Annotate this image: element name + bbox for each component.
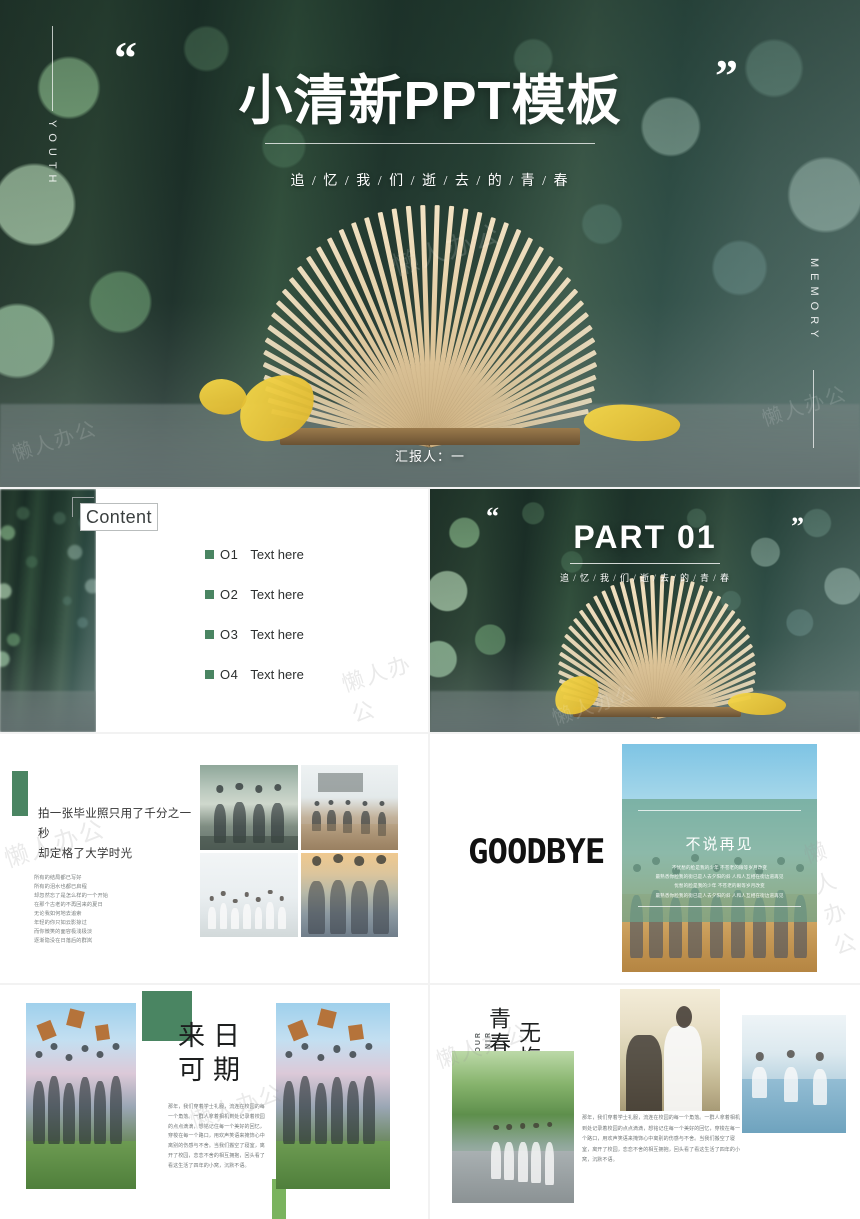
- square-bullet-icon: [205, 590, 214, 599]
- toc-label: Text here: [250, 667, 304, 682]
- future-body: 那年，我们穿着学士礼服，流连在校园的每一个角落。一群人拿着相机到处记录着校园的点…: [168, 1104, 265, 1169]
- gym-jump-photo[interactable]: [200, 765, 298, 850]
- right-rule: [813, 370, 814, 448]
- grad-headline: 拍一张毕业照只用了千分之一秒 却定格了大学时光: [38, 808, 192, 861]
- slide-graduation-photos[interactable]: 拍一张毕业照只用了千分之一秒 却定格了大学时光 所有的结局都已写好 所有的泪水也…: [0, 734, 428, 983]
- section-title: PART 01: [573, 519, 717, 555]
- title-divider: [265, 143, 595, 144]
- list-item[interactable]: O1 Text here: [205, 547, 304, 562]
- card-tint-overlay: [622, 798, 817, 922]
- photo-grid: [200, 765, 398, 937]
- presenter-label: 汇报人：一: [394, 449, 465, 464]
- slide-goodbye[interactable]: GOODBYE 不说再见 不忧愁的脸是我的少年 不苍老的眼等岁月改变 最熟悉你脸…: [430, 734, 860, 983]
- title-subtitle: 追 / 忆 / 我 / 们 / 逝 / 去 / 的 / 青 / 春: [290, 174, 570, 189]
- future-title: 来日 可期: [178, 1021, 248, 1085]
- card-bottom-rule: [637, 905, 802, 907]
- toc-number: O2: [220, 587, 239, 602]
- section-divider: [570, 563, 720, 564]
- side-label-memory: MEMORY: [808, 258, 820, 344]
- lecture-hall-photo[interactable]: [742, 1015, 846, 1133]
- open-book-illustration: [170, 195, 690, 449]
- list-item[interactable]: O4 Text here: [205, 667, 304, 682]
- goodbye-heading: GOODBYE: [468, 832, 605, 872]
- slide-youth-no-regret[interactable]: 青春 无悔 YOUR SOUVENIR 那年，我们穿着学士礼服，流连在校园的每一…: [430, 985, 860, 1219]
- graduation-cap-toss-photo-right[interactable]: [276, 1003, 390, 1189]
- toc-label: Text here: [250, 587, 304, 602]
- youth-body: 那年，我们穿着学士礼服，流连在校园的每一个角落。一群人拿着相机到处记录着校园的点…: [582, 1115, 741, 1163]
- square-bullet-icon: [205, 670, 214, 679]
- square-bullet-icon: [205, 550, 214, 559]
- grad-body-text: 所有的结局都已写好 所有的泪水也都已启程 却忽然忘了是怎么样的一个开始 在那个古…: [34, 875, 109, 944]
- slide-content-toc[interactable]: Content O1 Text here O2 Text here O3 Tex…: [0, 489, 428, 732]
- section-subtitle: 追 / 忆 / 我 / 们 / 逝 / 去 / 的 / 青 / 春: [559, 573, 730, 583]
- studio-group-photo[interactable]: [200, 852, 298, 937]
- toc-number: O1: [220, 547, 239, 562]
- slide-title-cover[interactable]: YOUTH MEMORY “ ” 小清新PPT模板 追 / 忆 / 我 / 们 …: [0, 0, 860, 487]
- list-item[interactable]: O2 Text here: [205, 587, 304, 602]
- slide-section-part-01[interactable]: “ ” PART 01 追 / 忆 / 我 / 们 / 逝 / 去 / 的 / …: [430, 489, 860, 732]
- accent-bar: [12, 771, 28, 816]
- sunset-friends-photo[interactable]: [300, 852, 398, 937]
- graduation-cap-toss-photo-left[interactable]: [26, 1003, 136, 1189]
- toc-number: O4: [220, 667, 239, 682]
- slide-deck-preview: YOUTH MEMORY “ ” 小清新PPT模板 追 / 忆 / 我 / 们 …: [0, 0, 860, 1219]
- students-talking-photo[interactable]: [620, 989, 720, 1111]
- open-book-illustration: [522, 569, 792, 719]
- classroom-photo[interactable]: [300, 765, 398, 850]
- content-heading-label: Content: [86, 507, 152, 527]
- toc-number: O3: [220, 627, 239, 642]
- list-item[interactable]: O3 Text here: [205, 627, 304, 642]
- farewell-body: 不忧愁的脸是我的少年 不苍老的眼等岁月改变 最熟悉你脸我的街已是人去夕阳的斜 人…: [655, 864, 784, 898]
- watermark: 懒人办公: [338, 650, 415, 728]
- toc-list: O1 Text here O2 Text here O3 Text here O…: [205, 547, 304, 707]
- square-bullet-icon: [205, 630, 214, 639]
- toc-label: Text here: [250, 547, 304, 562]
- farewell-card[interactable]: 不说再见 不忧愁的脸是我的少年 不苍老的眼等岁月改变 最熟悉你脸我的街已是人去夕…: [622, 744, 817, 972]
- tree-lined-street-photo[interactable]: [452, 1051, 574, 1203]
- slide-future-hope[interactable]: 来日 可期 那年，我们穿着学士礼服，流连在校园的每一个角落。一群人拿着相机到处记…: [0, 985, 428, 1219]
- toc-label: Text here: [250, 627, 304, 642]
- card-top-rule: [637, 810, 802, 812]
- farewell-title: 不说再见: [685, 836, 754, 853]
- page-title: 小清新PPT模板: [238, 71, 622, 131]
